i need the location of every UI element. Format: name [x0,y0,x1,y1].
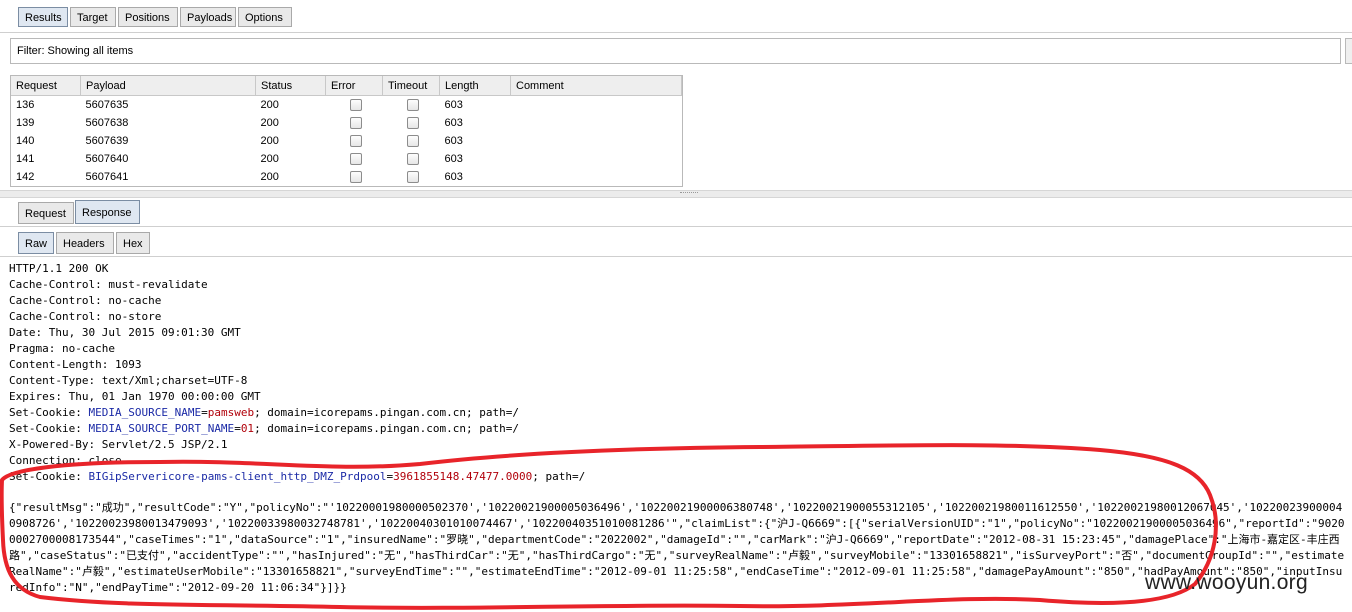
watermark: www.wooyun.org [1145,571,1308,594]
red-annotation-circle [0,443,1218,610]
